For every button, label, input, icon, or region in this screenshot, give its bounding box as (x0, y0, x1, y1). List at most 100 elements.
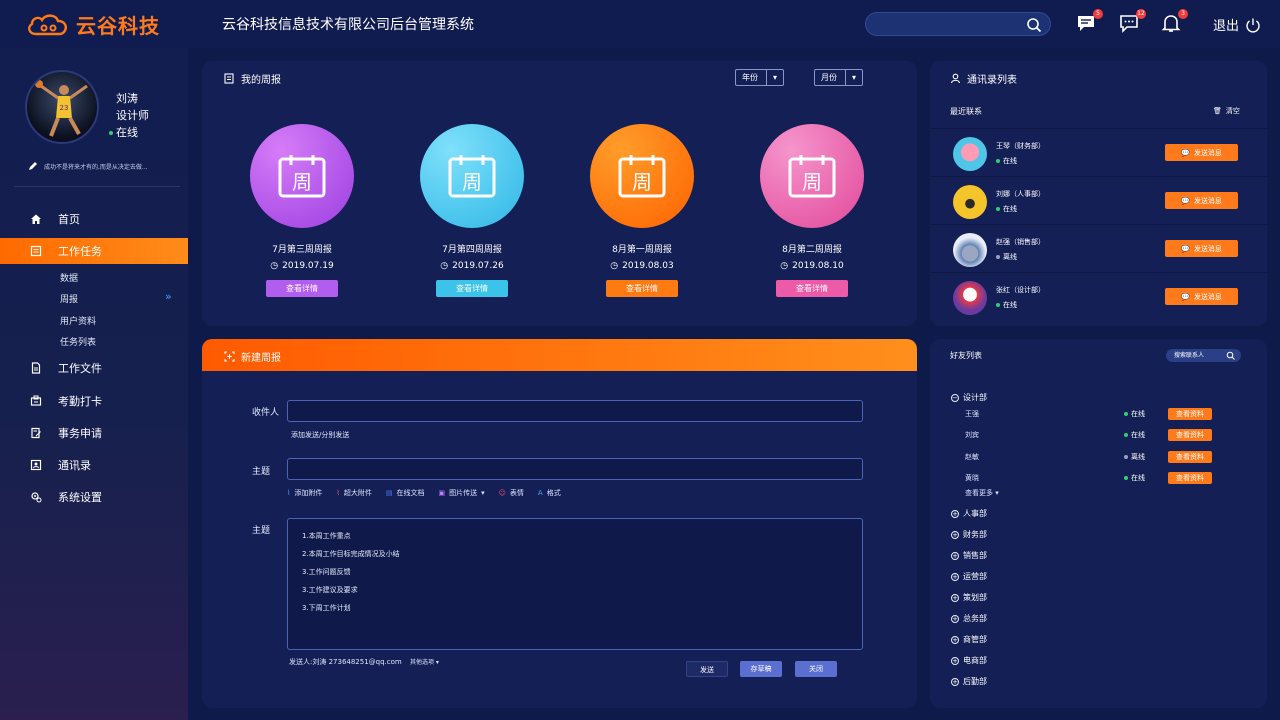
friend-search-input[interactable]: 搜索联系人 (1166, 349, 1241, 362)
online-doc-button[interactable]: ▤ 在线文档 (386, 488, 425, 498)
group-label: 总务部 (963, 614, 987, 623)
contact-row[interactable]: 张红（设计部） 在线 💬 发送消息 (930, 272, 1267, 320)
search-input[interactable] (865, 12, 1051, 36)
group-general-affairs[interactable]: + 总务部 (951, 613, 987, 624)
logo-text: 云谷科技 (76, 14, 160, 38)
image-send-button[interactable]: ▣ 图片传送 ▾ (438, 488, 484, 498)
sidebar-item-applications[interactable]: 事务申请 (0, 420, 188, 446)
view-detail-button[interactable]: 查看详情 (776, 280, 848, 297)
notifications-badge: 3 (1178, 9, 1188, 19)
view-profile-button[interactable]: 查看资料 (1168, 408, 1212, 420)
group-sales[interactable]: + 销售部 (951, 550, 987, 561)
report-card: 周 7月第三周周报 ◷ 2019.07.19 查看详情 (242, 124, 362, 297)
notifications-button[interactable]: 3 (1161, 9, 1188, 35)
contact-avatar (953, 281, 987, 315)
messages-button[interactable]: 5 (1076, 9, 1103, 35)
report-date: ◷ 2019.08.03 (582, 261, 702, 271)
view-detail-button[interactable]: 查看详情 (436, 280, 508, 297)
view-profile-button[interactable]: 查看资料 (1168, 429, 1212, 441)
submenu-task-list[interactable]: 任务列表 (60, 335, 96, 348)
motto-text: 成功不是将来才有的,而是从决定去做... (44, 163, 148, 171)
calendar-week-icon[interactable]: 周 (590, 124, 694, 228)
view-profile-button[interactable]: 查看资料 (1168, 451, 1212, 463)
send-message-button[interactable]: 💬 发送消息 (1165, 240, 1238, 257)
sidebar-item-contacts[interactable]: 通讯录 (0, 452, 188, 478)
add-send-link[interactable]: 添加发送/分别发送 (291, 430, 349, 440)
view-detail-button[interactable]: 查看详情 (606, 280, 678, 297)
format-button[interactable]: A 格式 (538, 488, 561, 498)
group-hr[interactable]: + 人事部 (951, 508, 987, 519)
submenu-profile[interactable]: 用户资料 (60, 314, 96, 327)
contact-row[interactable]: 王琴（财务部） 在线 💬 发送消息 (930, 128, 1267, 176)
group-ecommerce[interactable]: + 电商部 (951, 655, 987, 666)
logout-button[interactable]: 退出 (1213, 15, 1261, 34)
group-design[interactable]: − 设计部 (951, 392, 987, 403)
contact-row[interactable]: 刘娜（人事部） 在线 💬 发送消息 (930, 176, 1267, 224)
send-button[interactable]: 发送 (686, 661, 728, 677)
body-line: 3.工作建议及要求 (302, 586, 358, 594)
save-draft-button[interactable]: 存草稿 (740, 661, 782, 677)
sidebar-item-attendance[interactable]: 考勤打卡 (0, 388, 188, 414)
send-label: 发送消息 (1193, 196, 1222, 205)
contact-avatar (953, 185, 987, 219)
view-more-link[interactable]: 查看更多 ▾ (965, 488, 999, 498)
group-logistics[interactable]: + 后勤部 (951, 676, 987, 687)
report-body-textarea[interactable]: 1.本周工作重点 2.本周工作目标完成情况及小结 3.工作问题反馈 3.工作建议… (287, 518, 863, 650)
send-message-button[interactable]: 💬 发送消息 (1165, 144, 1238, 161)
sidebar-item-tasks[interactable]: 工作任务 (0, 238, 188, 264)
status-text: 离线 (1003, 253, 1017, 261)
cloud-logo-icon (28, 13, 67, 35)
other-options-dropdown[interactable]: 其他选项 ▾ (410, 659, 439, 666)
search-icon[interactable] (1026, 17, 1042, 33)
status-text: 在线 (1003, 205, 1017, 213)
group-label: 商管部 (963, 635, 987, 644)
report-date: ◷ 2019.08.10 (752, 261, 872, 271)
group-operations[interactable]: + 运营部 (951, 571, 987, 582)
year-select[interactable]: 年份 ▾ (735, 69, 784, 86)
calendar-week-icon[interactable]: 周 (760, 124, 864, 228)
send-label: 发送消息 (1193, 148, 1222, 157)
submenu-data[interactable]: 数据 (60, 271, 78, 284)
my-reports-panel: 我的周报 年份 ▾ 月份 ▾ 周 7月第三周周报 ◷ 2019.07.19 查看详… (202, 61, 917, 326)
paperclip-icon: ⌇ (287, 489, 291, 497)
emoji-button[interactable]: ☺ 表情 (499, 488, 524, 498)
dropdown-caret-icon[interactable]: ▾ (481, 489, 485, 497)
system-title: 云谷科技信息技术有限公司后台管理系统 (222, 17, 474, 33)
contact-status: 在线 (996, 300, 1017, 310)
close-button[interactable]: 关闭 (795, 661, 837, 677)
status-dot (1124, 476, 1128, 480)
user-motto[interactable]: 成功不是将来才有的,而是从决定去做... (28, 161, 148, 171)
view-profile-button[interactable]: 查看资料 (1168, 472, 1212, 484)
submenu-weekly[interactable]: 周报 (60, 292, 78, 305)
view-detail-button[interactable]: 查看详情 (266, 280, 338, 297)
sidebar-item-home[interactable]: 首页 (0, 206, 188, 232)
clear-button[interactable]: 🗑 清空 (1213, 106, 1240, 116)
attach-button[interactable]: ⌇ 添加附件 (287, 488, 322, 498)
messages-badge: 5 (1093, 9, 1103, 19)
search-icon[interactable] (1226, 351, 1235, 360)
send-message-button[interactable]: 💬 发送消息 (1165, 288, 1238, 305)
subject-input[interactable] (287, 458, 863, 480)
group-commerce[interactable]: + 商管部 (951, 634, 987, 645)
group-planning[interactable]: + 策划部 (951, 592, 987, 603)
month-select[interactable]: 月份 ▾ (814, 69, 863, 86)
chat-bubble-icon: 💬 (1181, 148, 1190, 157)
avatar[interactable]: 23 (25, 70, 99, 144)
large-attach-button[interactable]: ⌇ 超大附件 (336, 488, 371, 498)
sidebar-item-files[interactable]: 工作文件 (0, 355, 188, 381)
clock-icon: ◷ (780, 261, 789, 271)
calendar-week-icon[interactable]: 周 (250, 124, 354, 228)
chat-button[interactable]: 12 (1119, 9, 1146, 35)
my-reports-header: 我的周报 (224, 71, 281, 86)
sidebar-item-settings[interactable]: 系统设置 (0, 484, 188, 510)
pencil-icon[interactable] (28, 161, 38, 171)
report-date-text: 2019.08.10 (792, 261, 844, 271)
contact-name: 张红（设计部） (996, 286, 1045, 294)
user-info: 刘涛 设计师 在线 (109, 90, 149, 141)
contact-row[interactable]: 赵强（销售部） 离线 💬 发送消息 (930, 224, 1267, 272)
recipient-input[interactable] (287, 400, 863, 422)
calendar-week-icon[interactable]: 周 (420, 124, 524, 228)
chat-badge: 12 (1136, 9, 1146, 19)
send-message-button[interactable]: 💬 发送消息 (1165, 192, 1238, 209)
group-finance[interactable]: + 财务部 (951, 529, 987, 540)
